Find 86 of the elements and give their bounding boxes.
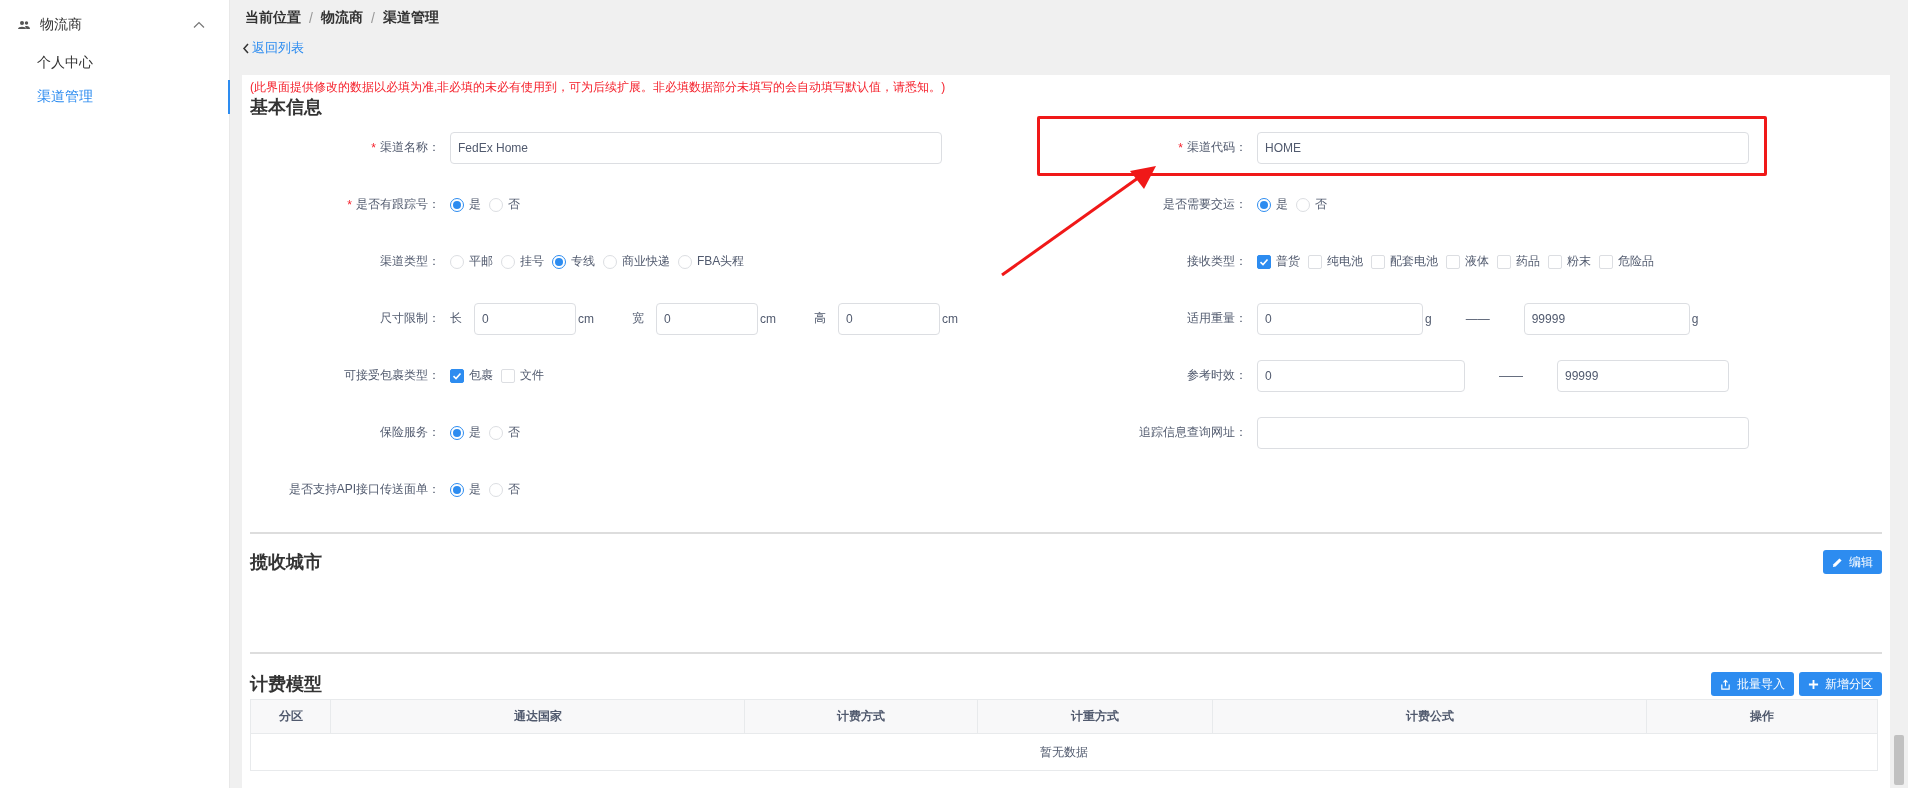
empty-message: 暂无数据 [251,733,1877,770]
field-label: 保险服务： [380,424,440,441]
radio-option[interactable]: 否 [1296,196,1327,213]
column-header: 分区 [251,700,331,733]
radio-option[interactable]: 挂号 [501,253,544,270]
pencil-icon [1832,556,1843,568]
checkbox-option[interactable]: 文件 [501,367,544,384]
field-label: 是否支持API接口传送面单： [288,481,440,498]
checkbox-option[interactable]: 普货 [1257,253,1300,270]
breadcrumb-separator: / [309,10,313,26]
input-field[interactable] [1257,416,1749,449]
breadcrumb-separator: / [370,10,375,26]
field-label: 参考时效： [1187,367,1247,384]
input-field[interactable]: FedEx Home [450,131,942,164]
section-title: 揽收城市 [250,551,322,574]
radio-option[interactable]: 否 [489,424,520,441]
users-icon [18,20,30,30]
dimension-label: 高 [814,310,826,327]
radio-option[interactable]: 平邮 [450,253,493,270]
range-separator: —— [1465,311,1490,326]
radio-option[interactable]: 专线 [552,253,595,270]
field-label: 可接受包裹类型： [344,367,440,384]
checkbox-option[interactable]: 药品 [1497,253,1540,270]
breadcrumb-item[interactable]: 渠道管理 [382,9,439,27]
range-separator: —— [1499,368,1523,383]
checkbox-option[interactable]: 配套电池 [1371,253,1438,270]
checkbox-option[interactable]: 危险品 [1599,253,1654,270]
input-field[interactable]: 99999 [1523,302,1690,335]
check-icon [452,370,462,381]
upload-icon [1720,678,1731,690]
radio-option[interactable]: FBA头程 [678,253,745,270]
required-mark: * [371,140,376,155]
unit-label: cm [578,311,594,326]
checkbox[interactable] [1257,254,1271,269]
checkbox-option[interactable]: 液体 [1446,253,1489,270]
unit-label: cm [942,311,958,326]
input-field[interactable]: 0 [1257,359,1465,392]
input-field[interactable]: 0 [656,302,758,335]
section-title: 基本信息 [250,96,323,119]
input-field[interactable]: 99999 [1557,359,1729,392]
radio-option[interactable]: 是 [1257,196,1288,213]
unit-label: g [1691,311,1699,326]
input-field[interactable]: HOME [1257,131,1749,164]
breadcrumb-item[interactable]: 物流商 [320,9,363,27]
chevron-left-icon [242,42,250,54]
column-header: 计费方式 [745,700,978,733]
sidebar-group[interactable]: 物流商 [0,12,229,38]
field-label: 适用重量： [1187,310,1247,327]
radio-option[interactable]: 是 [450,481,481,498]
checkbox-option[interactable]: 包裹 [450,367,493,384]
column-header: 计费公式 [1213,700,1647,733]
field-label: 是否有跟踪号： [356,196,440,213]
checkbox-option[interactable]: 粉末 [1548,253,1591,270]
field-label: 渠道类型： [380,253,440,270]
field-label: 追踪信息查询网址： [1139,424,1247,441]
radio-option[interactable]: 是 [450,196,481,213]
radio-option[interactable]: 否 [489,196,520,213]
field-label: 渠道代码： [1187,139,1247,156]
radio-option[interactable]: 是 [450,424,481,441]
field-label: 尺寸限制： [380,310,440,327]
sidebar-item[interactable]: 个人中心 [0,46,230,80]
breadcrumb-item: 当前位置 [245,9,301,27]
checkbox[interactable] [450,368,464,383]
column-header: 操作 [1749,708,1775,725]
sidebar-item[interactable]: 渠道管理 [0,80,230,114]
input-field[interactable]: 0 [838,302,940,335]
checkbox-option[interactable]: 纯电池 [1308,253,1363,270]
field-label: 是否需要交运： [1163,196,1247,213]
radio-option[interactable]: 否 [489,481,520,498]
column-header: 计重方式 [978,700,1213,733]
input-field[interactable]: 0 [1257,302,1423,335]
required-mark: * [1178,140,1183,155]
field-label: 接收类型： [1187,253,1247,270]
dimension-label: 长 [450,310,462,327]
unit-label: g [1425,311,1432,326]
check-icon [1259,256,1269,267]
notice-text: (此界面提供修改的数据以必填为准,非必填的未必有使用到，可为后续扩展。非必填数据部分未填写的会自动填写默认值，请悉知。) [250,79,947,95]
input-field[interactable]: 0 [474,302,576,335]
dimension-label: 宽 [632,310,644,327]
unit-label: cm [760,311,776,326]
plus-icon [1808,678,1819,690]
required-mark: * [347,197,352,212]
radio-option[interactable]: 商业快递 [603,253,670,270]
field-label: 渠道名称： [380,139,440,156]
section-title: 计费模型 [250,673,322,696]
column-header: 通达国家 [331,700,745,733]
